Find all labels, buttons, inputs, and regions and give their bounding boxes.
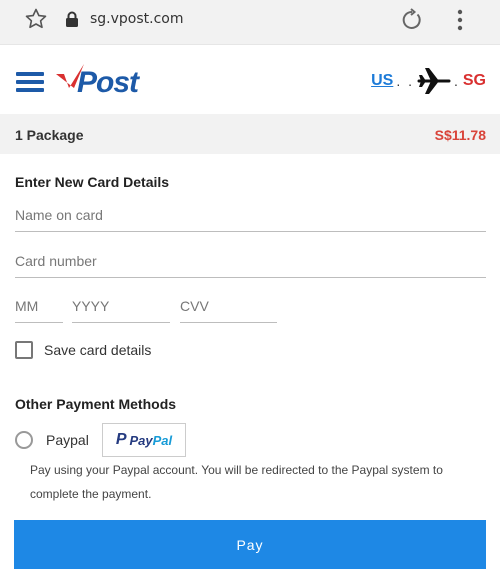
package-count: 1 Package [15, 127, 84, 143]
destination-country: SG [462, 72, 486, 89]
reload-icon[interactable] [400, 8, 424, 32]
vpost-logo[interactable]: Post [54, 58, 162, 100]
paypal-radio[interactable] [15, 431, 33, 449]
plane-icon [417, 68, 451, 94]
paypal-p-icon: P [115, 431, 127, 448]
paypal-logo[interactable]: P Pay Pal [102, 423, 186, 457]
save-card-checkbox[interactable] [15, 341, 33, 359]
url-text[interactable]: sg.vpost.com [90, 11, 184, 27]
origin-country-link[interactable]: US [371, 72, 393, 90]
other-methods-heading: Other Payment Methods [15, 396, 177, 412]
lock-icon [66, 11, 78, 27]
star-icon[interactable] [24, 7, 48, 31]
paypal-description: Pay using your Paypal account. You will … [30, 463, 443, 501]
save-card-label[interactable]: Save card details [44, 342, 151, 358]
route-indicator: US . . . SG [371, 66, 486, 96]
kebab-menu-icon[interactable] [455, 9, 465, 31]
expiry-month-field[interactable]: MM [15, 298, 63, 323]
paypal-logo-pay: Pay [129, 432, 153, 448]
card-number-field[interactable]: Card number [15, 253, 486, 278]
hamburger-menu-icon[interactable] [16, 72, 44, 92]
paypal-logo-pal: Pal [152, 432, 173, 448]
name-on-card-field[interactable]: Name on card [15, 207, 486, 232]
card-details-heading: Enter New Card Details [15, 174, 170, 190]
route-dots-after: . [453, 73, 460, 89]
route-dots: . . [396, 73, 414, 89]
browser-toolbar: sg.vpost.com [0, 0, 500, 44]
svg-text:Post: Post [77, 66, 141, 99]
order-summary-bar: 1 Package S$11.78 [0, 114, 500, 154]
cvv-field[interactable]: CVV [180, 298, 277, 323]
expiry-year-field[interactable]: YYYY [72, 298, 170, 323]
paypal-label[interactable]: Paypal [46, 432, 89, 448]
total-price: S$11.78 [434, 127, 486, 143]
pay-button[interactable]: Pay [14, 520, 486, 569]
